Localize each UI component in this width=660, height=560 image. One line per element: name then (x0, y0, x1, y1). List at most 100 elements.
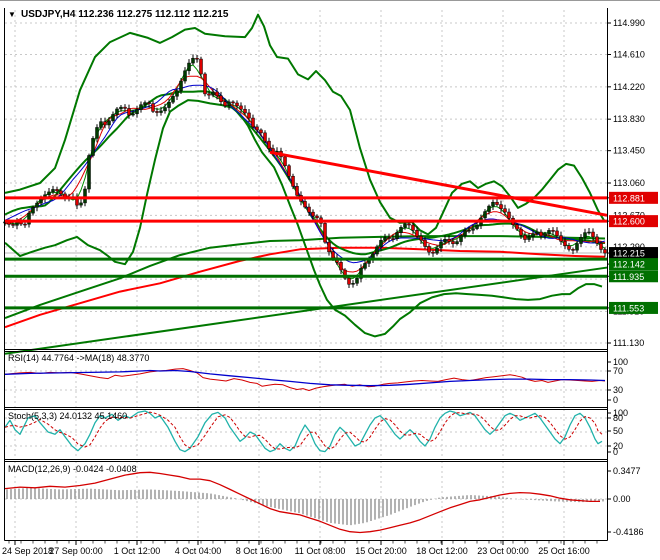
candle-bearish (199, 58, 203, 75)
candle-bearish (235, 102, 239, 107)
time-axis-label: 15 Oct 20:00 (355, 546, 407, 556)
candle-bearish (315, 215, 319, 219)
candle-bullish (455, 241, 459, 245)
candle-bullish (403, 223, 407, 228)
candle-bearish (551, 230, 555, 232)
candle-bullish (35, 202, 39, 208)
candle-bullish (399, 227, 403, 233)
candle-bearish (255, 126, 259, 131)
candle-bearish (327, 241, 331, 253)
candle-bullish (547, 230, 551, 234)
candle-bullish (163, 107, 167, 112)
candle-bullish (111, 114, 115, 122)
candle-bearish (267, 140, 271, 149)
candle-bearish (599, 243, 603, 250)
candle-bearish (523, 234, 527, 240)
candle-bearish (567, 245, 571, 250)
candle-bullish (443, 238, 447, 243)
candle-bullish (227, 101, 231, 107)
candle-bearish (595, 236, 599, 244)
candle-bullish (143, 102, 147, 105)
candle-bullish (487, 205, 491, 212)
candle-bullish (139, 104, 143, 110)
candle-bearish (423, 239, 427, 247)
candle-bearish (239, 105, 243, 110)
candle-bearish (55, 189, 59, 192)
price-axis-label: 113.830 (613, 114, 645, 124)
candle-bearish (451, 241, 455, 245)
candle-bullish (83, 188, 87, 204)
candle-bullish (583, 232, 587, 238)
candle-bullish (95, 127, 99, 139)
candle-bearish (419, 235, 423, 241)
candle-bullish (119, 106, 123, 110)
candle-bullish (527, 236, 531, 240)
candle-bearish (23, 223, 27, 226)
price-badge-label: 111.553 (613, 303, 644, 313)
candle-bearish (59, 190, 63, 195)
price-axis-label: 113.450 (613, 146, 645, 156)
candle-bullish (355, 278, 359, 284)
candle-bearish (431, 251, 435, 254)
candle-bearish (347, 277, 351, 285)
candle-bullish (459, 235, 463, 242)
rsi-indicator-label: RSI(14) 44.7764 ->MA(18) 48.3770 (8, 353, 149, 363)
candle-bullish (483, 211, 487, 219)
candle-bearish (571, 249, 575, 251)
candle-bullish (579, 237, 583, 244)
candle-bearish (407, 223, 411, 226)
candle-bearish (563, 241, 567, 246)
candle-bearish (555, 230, 559, 236)
candle-bearish (391, 238, 395, 240)
candle-bullish (375, 246, 379, 255)
candle-bullish (211, 91, 215, 96)
candle-bearish (103, 121, 107, 126)
candle-bullish (535, 231, 539, 234)
candle-bearish (603, 249, 607, 254)
candle-bullish (183, 70, 187, 82)
candle-bullish (99, 121, 103, 128)
candle-bearish (263, 132, 267, 142)
candle-bearish (519, 228, 523, 236)
candle-bearish (411, 224, 415, 231)
rsi-ma-line (4, 369, 606, 387)
time-axis-label: 27 Sep 00:00 (49, 546, 103, 556)
price-badge-label: 112.142 (613, 260, 645, 270)
candle-bearish (155, 111, 159, 113)
time-axis-label: 18 Oct 12:00 (416, 546, 468, 556)
price-axis-label: 114.220 (613, 82, 645, 92)
trading-chart-window: 114.990 114.610 114.220 113.830 113.450 113.0… (0, 0, 660, 560)
trendline (269, 150, 608, 217)
price-axis-label: 111.130 (613, 338, 644, 348)
candle-bearish (559, 235, 563, 242)
candle-bearish (283, 156, 287, 166)
symbol-dropdown-arrow[interactable]: ▼ (8, 10, 16, 19)
price-axis-label: 113.060 (613, 178, 645, 188)
candle-bullish (51, 189, 55, 193)
chart-canvas: 114.990 114.610 114.220 113.830 113.450 113.0… (0, 0, 660, 556)
candle-bearish (539, 231, 543, 237)
bollinger-middle-band (4, 90, 606, 256)
price-badge-label: 112.600 (613, 217, 645, 227)
candle-bearish (287, 165, 291, 177)
indicator-axis-label: 50 (613, 426, 623, 436)
price-badge-label: 111.935 (613, 272, 644, 282)
candle-bearish (307, 206, 311, 213)
candle-bullish (91, 138, 95, 156)
indicator-axis-label: -0.4186 (613, 527, 644, 537)
candle-bearish (231, 101, 235, 104)
indicator-axis-label: 80 (613, 413, 623, 423)
macd-indicator-label: MACD(12,26,9) -0.0424 -0.0408 (8, 464, 137, 474)
candle-bullish (31, 206, 35, 214)
time-axis-label: 1 Oct 12:00 (114, 546, 161, 556)
candle-bullish (39, 198, 43, 204)
candle-bearish (447, 238, 451, 242)
time-axis-label: 4 Oct 04:00 (175, 546, 222, 556)
indicator-axis-label: 0.00 (613, 494, 631, 504)
candle-bearish (591, 231, 595, 238)
candle-bearish (331, 251, 335, 259)
candle-bullish (471, 228, 475, 231)
time-axis-label: 23 Oct 00:00 (477, 546, 529, 556)
candle-bullish (107, 120, 111, 126)
indicator-axis-label: 30 (613, 385, 623, 395)
